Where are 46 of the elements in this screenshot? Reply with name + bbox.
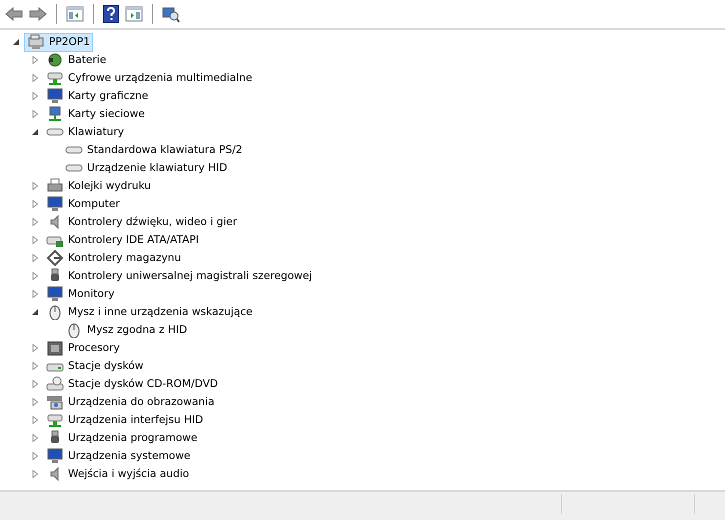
tree-item[interactable]: Standardowa klawiatura PS/2 [62,140,246,160]
device-icon [46,412,64,428]
back-icon[interactable] [5,7,23,21]
help-icon[interactable] [103,5,119,23]
tree-item[interactable]: Klawiatury [43,122,127,142]
tree-item[interactable]: Urządzenie klawiatury HID [62,158,230,178]
tree-item[interactable]: Karty sieciowe [43,104,148,124]
battery-icon [46,52,64,68]
tree-item[interactable]: Baterie [43,50,110,70]
camera-icon [46,394,64,410]
monitor-icon [46,286,64,302]
tree-item[interactable]: Kontrolery dźwięku, wideo i gier [43,212,240,232]
tree-item[interactable]: Komputer [43,194,123,214]
tree-item[interactable]: Monitory [43,284,118,304]
tree-item[interactable]: Mysz zgodna z HID [62,320,190,340]
network-icon [46,106,64,122]
printer-icon [46,178,64,194]
tree-item[interactable]: Urządzenia programowe [43,428,200,448]
tree-item[interactable]: Mysz i inne urządzenia wskazujące [43,302,256,322]
panel-icon[interactable] [66,6,84,22]
tree-item[interactable]: Stacje dysków CD-ROM/DVD [43,374,221,394]
scan-hardware-icon[interactable] [162,5,180,23]
expand-arrow-icon[interactable] [31,308,39,316]
tree-item[interactable]: Kontrolery uniwersalnej magistrali szeregowej [43,266,316,286]
tree-item[interactable]: Kontrolery magazynu [43,248,184,268]
tree-item[interactable]: Stacje dysków [43,356,146,376]
monitor-icon [46,196,64,212]
tree-item[interactable]: Urządzenia do obrazowania [43,392,218,412]
forward-icon[interactable] [29,7,47,21]
collapse-arrow-icon[interactable] [12,38,20,46]
chip-icon [46,340,64,356]
tree-item[interactable]: Wejścia i wyjścia audio [43,464,192,484]
panel-icon[interactable] [125,6,143,22]
storage-icon [46,250,64,266]
tree-item[interactable]: Kontrolery IDE ATA/ATAPI [43,230,202,250]
monitor-icon [46,448,64,464]
expand-arrow-icon[interactable] [31,128,39,136]
tree-item[interactable]: Kolejki wydruku [43,176,154,196]
tree-item[interactable]: Urządzenia interfejsu HID [43,410,206,430]
device-icon [46,70,64,86]
tree-item[interactable]: Urządzenia systemowe [43,446,194,466]
tree-item[interactable]: Karty graficzne [43,86,152,106]
monitor-icon [46,88,64,104]
tree-item[interactable]: Cyfrowe urządzenia multimedialne [43,68,256,88]
tree-item[interactable]: Procesory [43,338,123,358]
tree-item[interactable]: PP2OP1 [24,32,93,52]
